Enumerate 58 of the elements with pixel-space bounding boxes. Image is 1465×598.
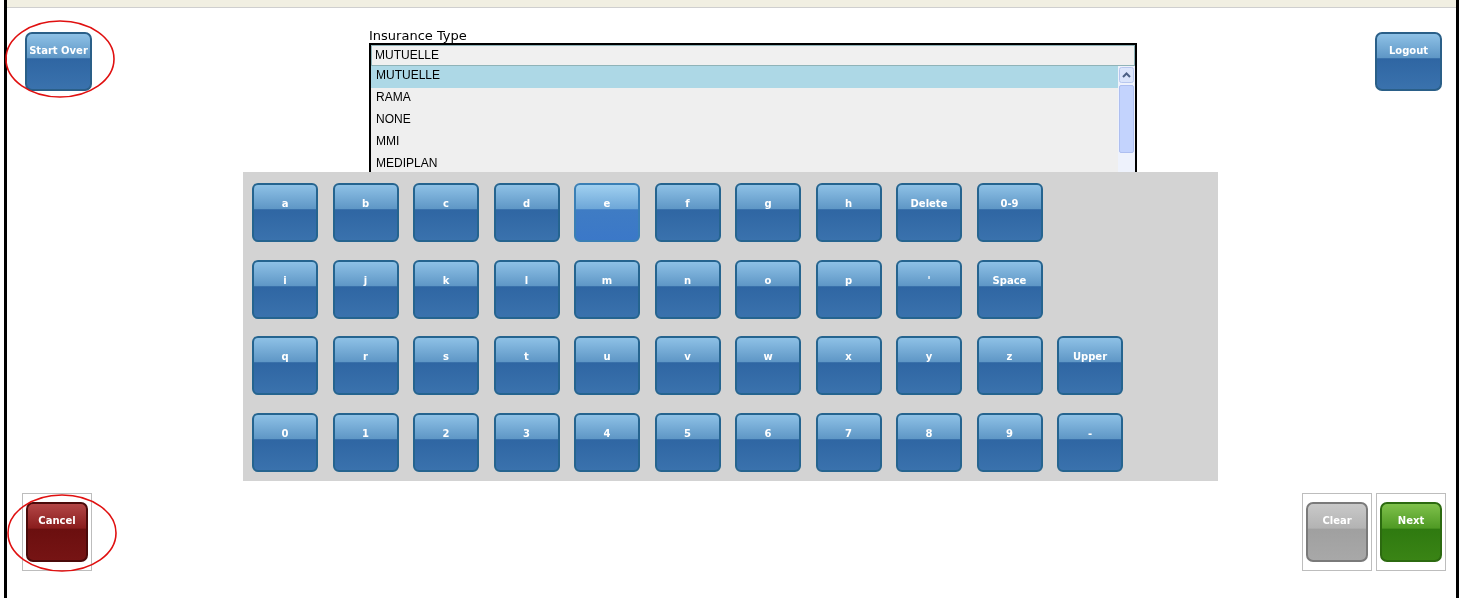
keyboard-key[interactable]: d — [493, 183, 560, 242]
keyboard-key[interactable]: 4 — [574, 412, 640, 472]
keyboard-key[interactable]: 1 — [332, 412, 399, 472]
keyboard-key[interactable]: e — [574, 183, 640, 242]
keyboard-key[interactable]: i — [252, 259, 318, 319]
keyboard-key[interactable]: a — [252, 183, 318, 242]
keyboard-key[interactable]: v — [654, 336, 721, 395]
keyboard-key[interactable]: 8 — [896, 412, 962, 472]
scrollbar-thumb[interactable] — [1119, 85, 1134, 153]
list-option[interactable]: NONE — [371, 110, 1118, 132]
keyboard-key[interactable]: t — [493, 336, 560, 395]
selected-value-field[interactable]: MUTUELLE — [371, 45, 1135, 66]
keyboard-key[interactable]: n — [654, 259, 721, 319]
scroll-up-icon[interactable] — [1119, 67, 1134, 83]
list-option[interactable]: MEDIPLAN — [371, 154, 1118, 172]
field-label: Insurance Type — [369, 28, 468, 43]
keyboard-key[interactable]: m — [574, 259, 640, 319]
list-option[interactable]: RAMA — [371, 88, 1118, 110]
keyboard-key[interactable]: o — [735, 259, 801, 319]
keyboard-key[interactable]: p — [815, 259, 882, 319]
list-option[interactable]: MMI — [371, 132, 1118, 154]
keyboard-key[interactable]: ' — [896, 259, 962, 319]
keyboard-key[interactable]: 7 — [815, 412, 882, 472]
keyboard-key[interactable]: Delete — [896, 183, 962, 242]
keyboard-key[interactable]: 3 — [493, 412, 560, 472]
keyboard-key[interactable]: g — [735, 183, 801, 242]
keyboard-key[interactable]: j — [332, 259, 399, 319]
keyboard-key[interactable]: q — [252, 336, 318, 395]
keyboard-key[interactable]: 5 — [654, 412, 721, 472]
keyboard-key[interactable]: c — [413, 183, 479, 242]
action-button[interactable]: Clear — [1306, 502, 1368, 562]
keyboard-key[interactable]: k — [413, 259, 479, 319]
action-button[interactable]: Start Over — [25, 32, 92, 91]
list-option[interactable]: MUTUELLE — [371, 66, 1118, 88]
keyboard-key[interactable]: b — [332, 183, 399, 242]
scrollbar[interactable] — [1118, 66, 1135, 172]
keyboard-key[interactable]: f — [654, 183, 721, 242]
keyboard-key[interactable]: x — [815, 336, 882, 395]
action-button[interactable]: Logout — [1375, 32, 1442, 91]
keyboard-key[interactable]: y — [896, 336, 962, 395]
action-button[interactable]: Next — [1380, 502, 1442, 562]
keyboard-key[interactable]: u — [574, 336, 640, 395]
keyboard-key[interactable]: Space — [976, 259, 1043, 319]
action-button[interactable]: Cancel — [26, 502, 88, 562]
keyboard-key[interactable]: 0 — [252, 412, 318, 472]
insurance-listbox[interactable]: MUTUELLE MUTUELLE RAMA NONE MMI MEDIPLAN — [369, 43, 1137, 172]
keyboard-key[interactable]: 6 — [735, 412, 801, 472]
keyboard-key[interactable]: Upper — [1057, 336, 1123, 395]
keyboard-key[interactable]: z — [976, 336, 1043, 395]
keyboard-key[interactable]: 9 — [976, 412, 1043, 472]
keyboard-key[interactable]: 0-9 — [976, 183, 1043, 242]
keyboard-key[interactable]: l — [493, 259, 560, 319]
keyboard-key[interactable]: s — [413, 336, 479, 395]
keyboard-key[interactable]: - — [1057, 412, 1123, 472]
keyboard-key[interactable]: w — [735, 336, 801, 395]
keyboard-key[interactable]: 2 — [413, 412, 479, 472]
keyboard-key[interactable]: r — [332, 336, 399, 395]
keyboard-key[interactable]: h — [815, 183, 882, 242]
